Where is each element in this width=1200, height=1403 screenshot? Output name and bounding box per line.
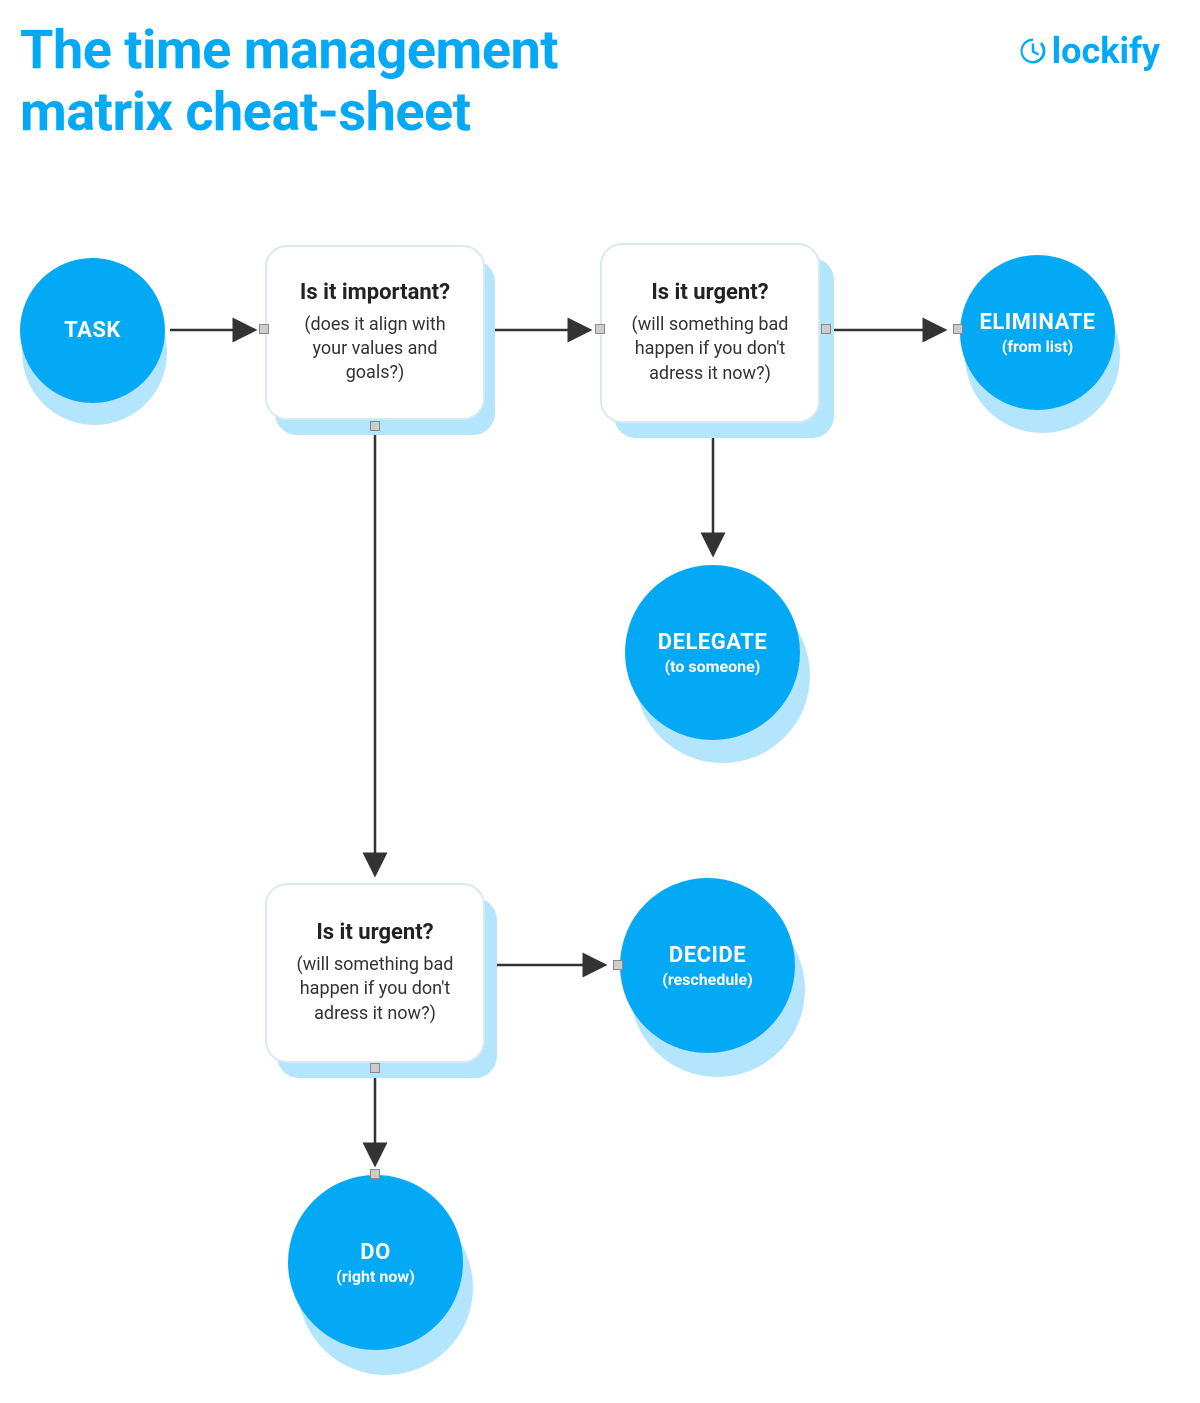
task-node: TASK <box>20 258 165 403</box>
eliminate-sub: (from list) <box>1002 337 1074 356</box>
connector-marker <box>370 1169 380 1179</box>
important-question: Is it important? <box>300 280 450 305</box>
connector-marker <box>370 1063 380 1073</box>
delegate-sub: (to someone) <box>665 657 761 676</box>
urgent-bottom-detail: (will something bad happen if you don't … <box>289 953 461 1026</box>
urgent-top-question: Is it urgent? <box>651 280 768 305</box>
urgent-top-detail: (will something bad happen if you don't … <box>624 313 796 386</box>
eliminate-label: ELIMINATE <box>979 310 1095 335</box>
important-node: Is it important? (does it align with you… <box>265 245 485 420</box>
connector-marker <box>370 421 380 431</box>
diagram-canvas: TASK Is it important? (does it align wit… <box>0 0 1200 1403</box>
urgent-bottom-question: Is it urgent? <box>316 920 433 945</box>
decide-sub: (reschedule) <box>662 970 753 989</box>
decide-label: DECIDE <box>669 943 746 968</box>
do-node: DO (right now) <box>288 1175 463 1350</box>
decide-node: DECIDE (reschedule) <box>620 878 795 1053</box>
urgent-top-node: Is it urgent? (will something bad happen… <box>600 243 820 423</box>
do-label: DO <box>360 1240 390 1265</box>
connector-marker <box>821 324 831 334</box>
important-detail: (does it align with your values and goal… <box>289 313 461 386</box>
connector-marker <box>259 324 269 334</box>
do-sub: (right now) <box>336 1267 415 1286</box>
task-label: TASK <box>64 318 121 343</box>
delegate-label: DELEGATE <box>658 630 767 655</box>
connector-marker <box>953 324 963 334</box>
eliminate-node: ELIMINATE (from list) <box>960 255 1115 410</box>
connector-marker <box>613 960 623 970</box>
connectors <box>0 0 1200 1403</box>
urgent-bottom-node: Is it urgent? (will something bad happen… <box>265 883 485 1063</box>
connector-marker <box>595 324 605 334</box>
delegate-node: DELEGATE (to someone) <box>625 565 800 740</box>
